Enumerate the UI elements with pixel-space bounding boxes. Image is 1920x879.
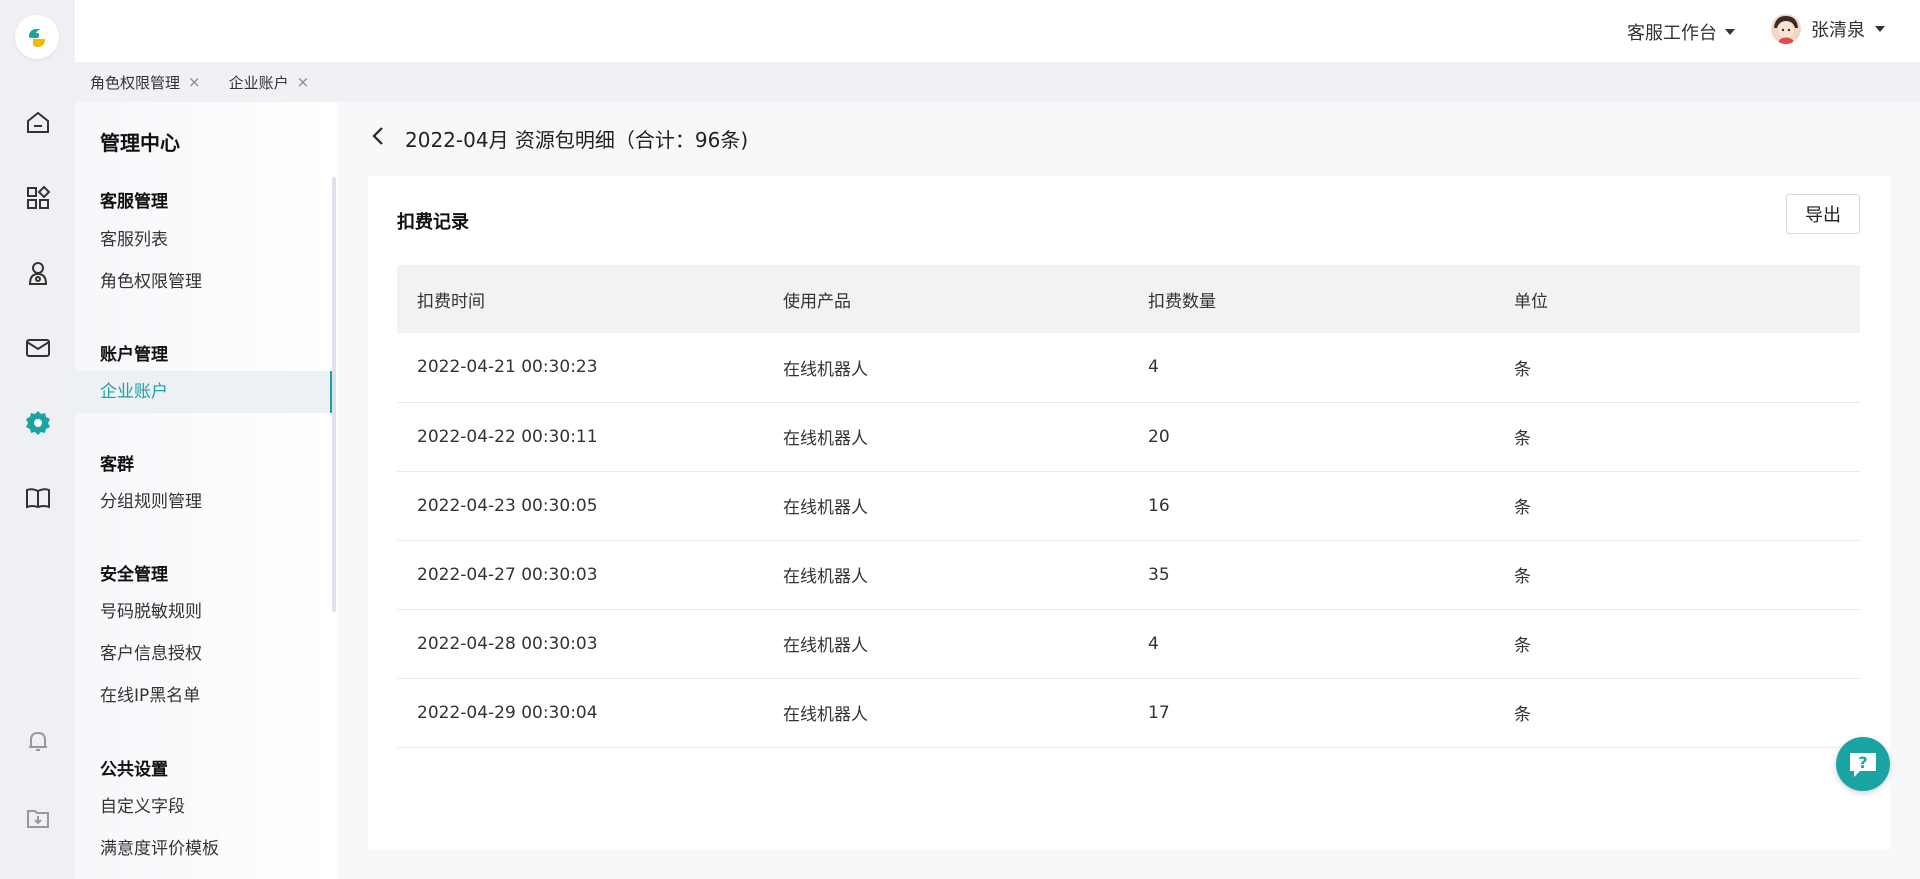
group-account: 账户管理 [100, 345, 168, 365]
cell-quantity: 35 [1148, 564, 1170, 585]
menu-item-custom-fields[interactable]: 自定义字段 [75, 786, 332, 828]
cell-product: 在线机器人 [783, 359, 868, 380]
top-bar: 客服工作台 张清泉 [75, 0, 1920, 62]
cell-quantity: 20 [1148, 426, 1170, 447]
tab-role-permissions[interactable]: 角色权限管理 × [90, 72, 201, 93]
group-customer-service: 客服管理 [100, 192, 168, 212]
menu-scrollbar[interactable] [332, 177, 336, 612]
cell-unit: 条 [1514, 429, 1531, 449]
back-icon[interactable] [367, 124, 391, 148]
column-header: 扣费时间 [417, 291, 485, 312]
column-header: 扣费数量 [1148, 291, 1216, 312]
deduction-table: 扣费时间 使用产品 扣费数量 单位 2022-04-21 00:30:23 在线… [397, 265, 1860, 748]
table-row: 2022-04-28 00:30:03 在线机器人 4 条 [397, 609, 1860, 678]
table-header-row: 扣费时间 使用产品 扣费数量 单位 [397, 265, 1860, 333]
table-row: 2022-04-27 00:30:03 在线机器人 35 条 [397, 540, 1860, 609]
group-common-settings: 公共设置 [100, 760, 168, 780]
caret-down-icon [1725, 29, 1735, 35]
caret-down-icon [1875, 26, 1885, 32]
menu-item-number-masking[interactable]: 号码脱敏规则 [75, 591, 332, 633]
app-logo[interactable] [15, 15, 59, 59]
apps-icon[interactable] [22, 182, 54, 214]
download-icon[interactable] [22, 801, 54, 833]
cell-time: 2022-04-27 00:30:03 [417, 564, 598, 585]
cell-product: 在线机器人 [783, 429, 868, 449]
help-button[interactable]: ? [1836, 737, 1890, 791]
close-icon[interactable]: × [297, 73, 310, 91]
group-security: 安全管理 [100, 565, 168, 585]
cell-unit: 条 [1514, 705, 1531, 725]
records-card: 扣费记录 导出 扣费时间 使用产品 扣费数量 单位 2022-04-21 00:… [368, 176, 1890, 850]
icon-rail [0, 0, 75, 879]
cell-quantity: 4 [1148, 633, 1159, 654]
cell-unit: 条 [1514, 359, 1531, 380]
cell-time: 2022-04-21 00:30:23 [417, 357, 598, 378]
main-content: 2022-04月 资源包明细（合计：96条) 扣费记录 导出 扣费时间 使用产品… [337, 102, 1920, 879]
svg-text:?: ? [1858, 753, 1867, 772]
table-row: 2022-04-21 00:30:23 在线机器人 4 条 [397, 333, 1860, 402]
home-icon[interactable] [22, 107, 54, 139]
bell-icon[interactable] [22, 725, 54, 757]
cell-quantity: 4 [1148, 357, 1159, 378]
user-icon[interactable] [22, 257, 54, 289]
cell-time: 2022-04-22 00:30:11 [417, 426, 598, 447]
avatar [1771, 14, 1801, 44]
table-row: 2022-04-29 00:30:04 在线机器人 17 条 [397, 678, 1860, 747]
cell-unit: 条 [1514, 567, 1531, 587]
menu-item-role-permissions[interactable]: 角色权限管理 [75, 261, 332, 303]
workbench-label: 客服工作台 [1627, 23, 1717, 44]
export-button[interactable]: 导出 [1786, 194, 1860, 234]
menu-item-enterprise-account[interactable]: 企业账户 [75, 371, 332, 413]
cell-time: 2022-04-23 00:30:05 [417, 495, 598, 516]
book-icon[interactable] [22, 482, 54, 514]
menu-item-customer-auth[interactable]: 客户信息授权 [75, 633, 332, 675]
column-header: 使用产品 [783, 291, 851, 312]
cell-product: 在线机器人 [783, 567, 868, 587]
user-menu[interactable]: 张清泉 [1771, 14, 1885, 44]
settings-icon[interactable] [22, 407, 54, 439]
menu-item-agent-list[interactable]: 客服列表 [75, 219, 332, 261]
cell-quantity: 16 [1148, 495, 1170, 516]
close-icon[interactable]: × [188, 73, 201, 91]
card-title: 扣费记录 [397, 212, 469, 233]
menu-item-ip-blacklist[interactable]: 在线IP黑名单 [75, 675, 332, 717]
question-icon: ? [1850, 753, 1876, 777]
table-row: 2022-04-23 00:30:05 在线机器人 16 条 [397, 471, 1860, 540]
mail-icon[interactable] [22, 332, 54, 364]
cell-product: 在线机器人 [783, 705, 868, 725]
column-header: 单位 [1514, 291, 1548, 312]
menu-item-group-rules[interactable]: 分组规则管理 [75, 481, 332, 523]
side-menu: 管理中心 客服管理 客服列表 角色权限管理 账户管理 企业账户 客群 分组规则管… [75, 102, 337, 879]
cell-product: 在线机器人 [783, 636, 868, 656]
tab-strip: 角色权限管理 × 企业账户 × [75, 62, 1920, 102]
page-title: 2022-04月 资源包明细（合计：96条) [405, 128, 749, 152]
cell-time: 2022-04-28 00:30:03 [417, 633, 598, 654]
cell-unit: 条 [1514, 636, 1531, 656]
menu-item-satisfaction-template[interactable]: 满意度评价模板 [75, 828, 332, 870]
workbench-dropdown[interactable]: 客服工作台 [1627, 19, 1735, 45]
cell-quantity: 17 [1148, 702, 1170, 723]
tab-label: 企业账户 [228, 73, 289, 92]
cell-unit: 条 [1514, 498, 1531, 518]
group-audience: 客群 [100, 455, 134, 475]
logo-icon [29, 29, 45, 47]
table-row: 2022-04-22 00:30:11 在线机器人 20 条 [397, 402, 1860, 471]
tab-enterprise-account[interactable]: 企业账户 × [229, 72, 310, 93]
user-name: 张清泉 [1811, 20, 1865, 41]
tab-label: 角色权限管理 [90, 73, 181, 92]
menu-title: 管理中心 [100, 131, 180, 155]
cell-time: 2022-04-29 00:30:04 [417, 702, 598, 723]
cell-product: 在线机器人 [783, 498, 868, 518]
